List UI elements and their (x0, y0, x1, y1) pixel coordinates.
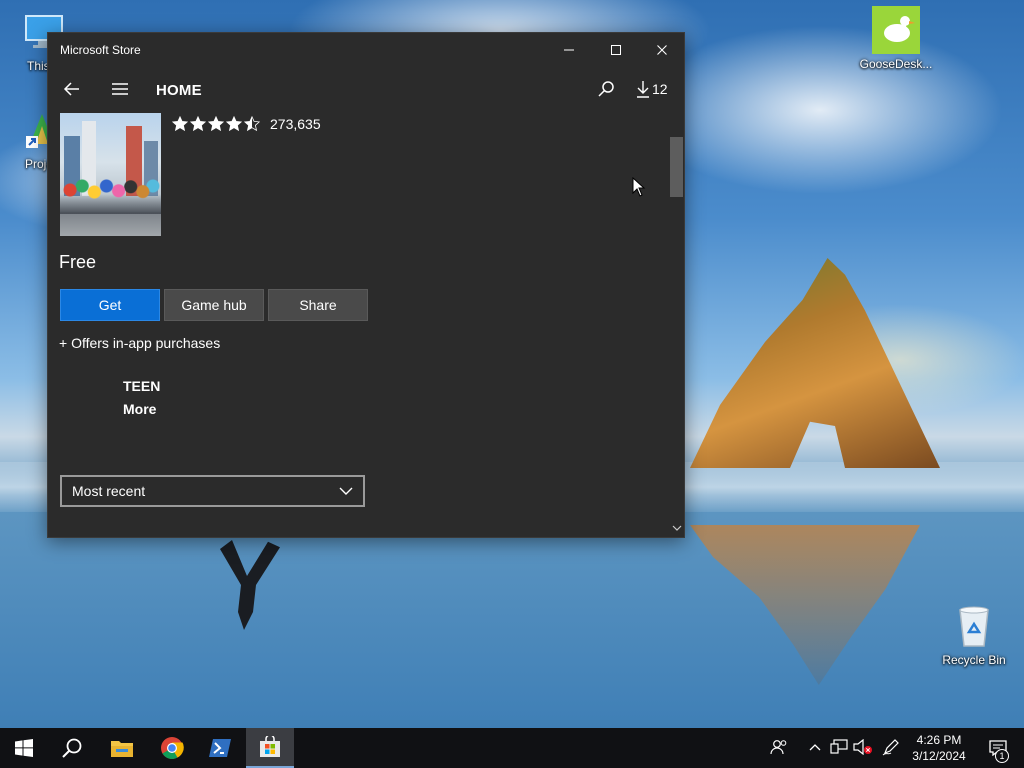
powershell-icon (209, 739, 231, 757)
back-arrow-icon (63, 82, 79, 96)
store-bag-icon (260, 736, 280, 757)
share-button[interactable]: Share (268, 289, 368, 321)
powershell-button[interactable] (196, 728, 244, 768)
action-buttons: Get Game hub Share (60, 289, 368, 321)
clock-time: 4:26 PM (916, 733, 962, 747)
star-full-icon (208, 116, 224, 132)
notification-count-badge: 1 (995, 749, 1009, 763)
star-full-icon (226, 116, 242, 132)
wallpaper-figure (220, 540, 280, 630)
desktop-icon-goose[interactable]: GooseDesk... (858, 6, 934, 71)
app-thumbnail[interactable] (60, 113, 161, 236)
people-button[interactable] (768, 736, 790, 758)
game-hub-button[interactable]: Game hub (164, 289, 264, 321)
taskbar-search-button[interactable] (48, 728, 96, 768)
scroll-thumb[interactable] (670, 137, 683, 197)
file-explorer-button[interactable] (98, 728, 146, 768)
maximize-icon (611, 45, 621, 55)
close-icon (657, 45, 667, 55)
download-icon (637, 81, 649, 98)
close-button[interactable] (639, 33, 684, 67)
in-app-purchases-note[interactable]: + Offers in-app purchases (59, 335, 220, 351)
thumbnail-road (60, 212, 161, 236)
network-button[interactable] (828, 736, 850, 758)
nav-bar: HOME 12 (48, 69, 684, 111)
windows-logo-icon (15, 739, 33, 757)
page-title: HOME (156, 82, 202, 99)
hamburger-menu-button[interactable] (104, 73, 136, 105)
clock-date: 3/12/2024 (912, 749, 966, 763)
wallpaper-rock-reflection (690, 525, 920, 685)
more-link[interactable]: More (123, 401, 156, 417)
reviews-sort-dropdown[interactable]: Most recent (60, 475, 365, 507)
downloads-count: 12 (652, 81, 668, 97)
vertical-scrollbar[interactable] (668, 113, 684, 537)
maximize-button[interactable] (593, 33, 639, 67)
chrome-icon (161, 737, 184, 759)
search-icon (62, 738, 82, 758)
pen-icon (882, 739, 899, 756)
people-icon (770, 740, 787, 755)
rating[interactable]: 273,635 (172, 116, 321, 132)
volume-button[interactable] (852, 736, 874, 758)
search-button[interactable] (590, 73, 622, 105)
back-button[interactable] (56, 73, 88, 105)
volume-muted-icon (853, 739, 872, 755)
clock[interactable]: 4:26 PM 3/12/2024 (904, 732, 974, 764)
wallpaper-rock (690, 258, 940, 468)
taskbar: 4:26 PM 3/12/2024 1 (0, 728, 1024, 768)
chevron-up-icon (809, 744, 821, 751)
windows-ink-button[interactable] (880, 736, 902, 758)
show-hidden-icons-button[interactable] (804, 736, 826, 758)
mouse-pointer-icon (632, 177, 646, 197)
scroll-down-button[interactable] (668, 519, 684, 537)
star-half-icon (244, 116, 260, 132)
folder-icon (111, 741, 133, 757)
product-content: 273,635 Free Get Game hub Share + Offers… (48, 113, 668, 537)
minimize-icon (564, 49, 574, 51)
network-icon (830, 739, 848, 754)
star-full-icon (172, 116, 188, 132)
downloads-button[interactable]: 12 (636, 73, 668, 105)
store-window: Microsoft Store HOME 12 273,635 Free Get… (47, 32, 685, 538)
window-title: Microsoft Store (60, 43, 141, 57)
chevron-down-icon (339, 487, 353, 495)
search-icon (598, 81, 614, 97)
chevron-down-icon (672, 525, 681, 531)
recycle-bin-icon (950, 602, 998, 650)
rating-stars (172, 116, 260, 132)
title-bar[interactable]: Microsoft Store (48, 33, 684, 67)
microsoft-store-button[interactable] (246, 728, 294, 768)
goose-icon (872, 6, 920, 54)
thumbnail-characters (60, 174, 161, 214)
age-rating-label: TEEN (123, 378, 161, 394)
rating-count: 273,635 (270, 116, 321, 132)
desktop-icon-recycle-bin[interactable]: Recycle Bin (936, 602, 1012, 667)
sort-selected-value: Most recent (72, 483, 146, 499)
desktop-icon-label: GooseDesk... (859, 57, 933, 71)
price: Free (59, 252, 97, 272)
minimize-button[interactable] (546, 33, 592, 67)
scroll-up-button[interactable] (668, 115, 684, 133)
get-button[interactable]: Get (60, 289, 160, 321)
hamburger-icon (112, 83, 128, 95)
start-button[interactable] (0, 728, 48, 768)
chrome-button[interactable] (148, 728, 196, 768)
star-full-icon (190, 116, 206, 132)
desktop-icon-label: Recycle Bin (942, 653, 1006, 667)
